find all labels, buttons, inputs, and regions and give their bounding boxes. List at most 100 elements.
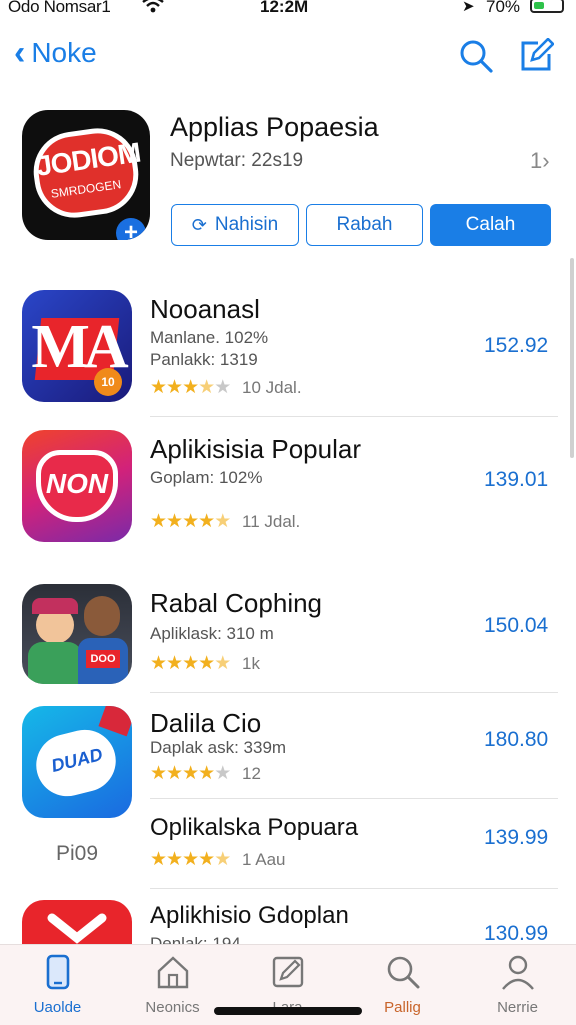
tab-label: Nerrie [497,999,538,1016]
rating-stars: ★★★★★ [150,376,231,399]
app-name: Dalila Cio [150,708,262,738]
star-icon: ★ [198,763,215,784]
tab-label: Neonics [145,999,200,1016]
app-icon [22,900,132,944]
app-name: Nooanasl [150,294,260,324]
app-name: Rabal Cophing [150,588,323,618]
carrier-label: Odo Nomsar1 [8,0,111,16]
app-name: Oplikalska Popuara [150,814,359,841]
compose-icon[interactable] [518,37,555,74]
nahisin-button[interactable]: ⟳ Nahisin [171,204,299,246]
edit-icon [269,953,307,991]
price-button[interactable]: 150.04 [484,614,548,638]
back-label: Noke [31,37,97,68]
app-meta: Apliklask: 310 m [150,624,274,643]
refresh-icon: ⟳ [191,214,207,235]
chevron-right-icon[interactable]: 1› [530,148,550,174]
tab-label: Pallig [384,999,421,1016]
rating-stars: ★★★★★ [150,510,231,533]
star-icon: ★ [166,511,183,532]
home-indicator [214,1007,362,1015]
app-name: Aplikhisio Gdoplan [150,902,349,929]
star-icon: ★ [166,653,183,674]
featured-app-icon[interactable]: JODIOM SMRDOGEN + [22,110,150,240]
rating-count: 1 Aau [242,850,286,869]
rating-count: 1k [242,654,260,673]
price-button[interactable]: 180.80 [484,728,548,752]
star-icon: ★ [166,377,183,398]
tab-pallig[interactable]: Pallig [345,945,460,1025]
star-icon: ★ [150,849,167,870]
app-meta: Manlane. 102% [150,328,269,347]
star-icon: ★ [182,653,199,674]
star-icon: ★ [166,763,183,784]
calah-button[interactable]: Calah [430,204,551,246]
back-button[interactable]: ‹ Noke [14,36,97,70]
star-icon: ★ [198,653,215,674]
app-icon: DUAD [22,706,132,818]
search-icon[interactable] [458,38,494,74]
add-icon[interactable]: + [116,218,146,240]
home-icon [154,953,192,991]
star-icon: ★ [150,511,167,532]
star-icon: ★ [150,763,167,784]
price-button[interactable]: 139.99 [484,826,548,850]
star-icon: ★ [214,763,231,784]
location-icon: ➤ [462,0,475,15]
price-button[interactable]: 152.92 [484,334,548,358]
price-button[interactable]: 139.01 [484,468,548,492]
rating-stars: ★★★★★ [150,762,231,785]
scrollbar[interactable] [570,258,574,458]
featured-app: JODIOM SMRDOGEN + Applias Popaesia Nepwt… [0,100,576,260]
rating-count: 12 [242,764,261,783]
tab-nerrie[interactable]: Nerrie [460,945,575,1025]
status-bar: Odo Nomsar1 12:2M ➤ 70% [0,0,576,22]
divider [150,798,558,799]
person-icon [499,953,537,991]
star-icon: ★ [166,849,183,870]
star-icon: ★ [214,653,231,674]
star-icon: ★ [150,653,167,674]
star-icon: ★ [182,377,199,398]
battery-icon [530,0,564,13]
star-icon: ★ [198,511,215,532]
battery-percent: 70% [486,0,521,16]
star-icon: ★ [214,849,231,870]
divider [150,416,558,417]
star-icon: ★ [182,849,199,870]
star-icon: ★ [150,377,167,398]
app-meta: Daplak ask: 339m [150,738,287,757]
featured-title: Applias Popaesia [170,112,379,142]
star-icon: ★ [214,511,231,532]
star-icon: ★ [198,849,215,870]
app-meta: Goplam: 102% [150,468,263,487]
tab-label: Uaolde [33,999,82,1016]
price-button[interactable]: 130.99 [484,922,548,946]
star-icon: ★ [214,377,231,398]
app-icon: MA 10 [22,290,132,402]
search-icon [384,953,422,991]
rating-stars: ★★★★★ [150,652,231,675]
navigation-bar: ‹ Noke [0,28,576,84]
divider [150,692,558,693]
app-meta: Panlakk: 1319 [150,350,258,369]
app-name: Aplikisisia Popular [150,434,361,464]
app-icon: NON [22,430,132,542]
app-icon: DOO [22,584,132,684]
rating-stars: ★★★★★ [150,848,231,871]
side-label: Pi09 [56,842,99,865]
wifi-icon [142,0,164,19]
star-icon: ★ [198,377,215,398]
chevron-left-icon: ‹ [14,34,26,72]
star-icon: ★ [182,511,199,532]
rating-count: 10 Jdal. [242,378,302,397]
rating-count: 11 Jdal. [242,512,301,531]
divider [150,888,558,889]
phone-icon [39,953,77,991]
star-icon: ★ [182,763,199,784]
tab-uaolde[interactable]: Uaolde [0,945,115,1025]
status-time: 12:2M [260,0,309,16]
tab-neonics[interactable]: Neonics [115,945,230,1025]
rabah-button[interactable]: Rabah [306,204,423,246]
featured-subtitle: Nepwtar: 22s19 [170,150,304,171]
